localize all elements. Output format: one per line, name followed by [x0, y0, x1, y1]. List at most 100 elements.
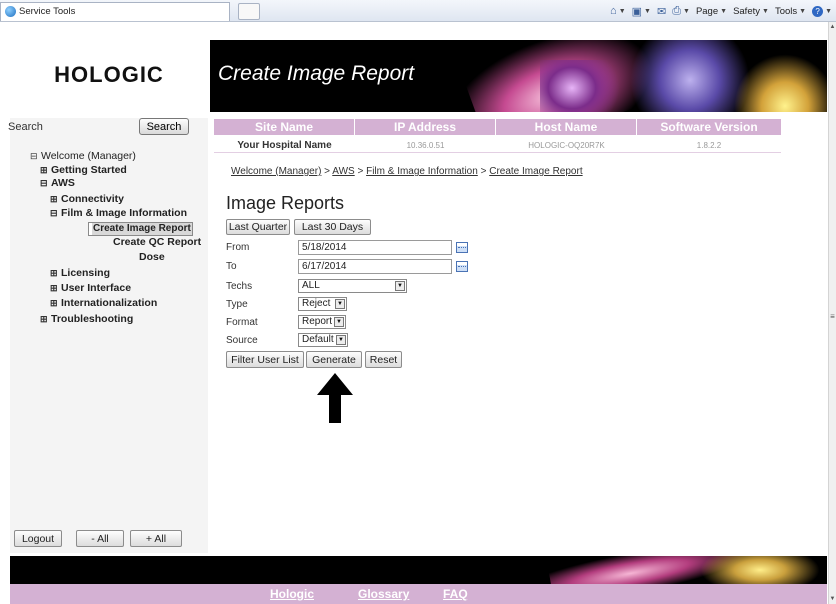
page-menu[interactable]: Page ▼: [696, 6, 727, 17]
banner-flower-image: [540, 60, 620, 112]
nav-item-getting-started[interactable]: ⊞ Getting Started: [40, 164, 127, 176]
techs-value: ALL: [302, 280, 320, 291]
breadcrumb-welcome[interactable]: Welcome (Manager): [231, 166, 321, 177]
expand-icon[interactable]: ⊞: [40, 314, 48, 325]
nav-item-create-qc-report[interactable]: Create QC Report: [113, 236, 201, 248]
footer-link-glossary[interactable]: Glossary: [358, 587, 409, 601]
generate-button[interactable]: Generate: [306, 351, 362, 368]
nav-item-dose[interactable]: Dose: [139, 251, 165, 263]
page-title: Create Image Report: [218, 62, 415, 85]
nav-item-create-image-report[interactable]: Create Image Report: [88, 222, 193, 236]
footer-link-faq[interactable]: FAQ: [443, 587, 468, 601]
chevron-down-icon[interactable]: ▼: [395, 281, 405, 291]
chevron-down-icon[interactable]: ▼: [336, 335, 346, 345]
ip-address-value: 10.36.0.51: [406, 141, 445, 150]
nav-item-aws[interactable]: ⊟ AWS: [40, 177, 75, 189]
footer-link-hologic[interactable]: Hologic: [270, 587, 314, 601]
nav-item-user-interface[interactable]: ⊞ User Interface: [50, 282, 131, 294]
breadcrumb: Welcome (Manager) > AWS > Film & Image I…: [231, 166, 583, 177]
new-tab-button[interactable]: [238, 3, 260, 20]
nav-item-internationalization[interactable]: ⊞ Internationalization: [50, 297, 157, 309]
expand-icon[interactable]: ⊞: [50, 268, 58, 279]
expand-all-button[interactable]: + All: [130, 530, 182, 547]
breadcrumb-create-image-report[interactable]: Create Image Report: [489, 166, 582, 177]
section-heading: Image Reports: [226, 193, 345, 213]
expand-icon[interactable]: ⊞: [40, 165, 48, 176]
browser-tab[interactable]: Service Tools: [0, 2, 230, 21]
last-quarter-button[interactable]: Last Quarter: [226, 219, 290, 235]
column-header-software-version: Software Version: [660, 120, 758, 134]
reset-button[interactable]: Reset: [365, 351, 402, 368]
to-label: To: [226, 261, 237, 272]
techs-select[interactable]: ALL ▼: [298, 279, 407, 293]
calendar-icon[interactable]: [456, 261, 468, 272]
column-header-ip-address: IP Address: [355, 119, 496, 135]
feeds-button[interactable]: ▣ ▼: [632, 5, 651, 18]
nav-item-welcome[interactable]: ⊟ Welcome (Manager): [30, 150, 136, 162]
mail-icon: ✉: [656, 5, 667, 18]
tools-menu[interactable]: Tools ▼: [775, 6, 806, 17]
breadcrumb-aws[interactable]: AWS: [332, 166, 354, 177]
column-header-site-name: Site Name: [214, 119, 355, 135]
breadcrumb-separator: >: [354, 166, 367, 177]
from-date-input[interactable]: [298, 240, 452, 255]
software-version-value: 1.8.2.2: [696, 141, 722, 150]
expand-icon[interactable]: ⊞: [50, 298, 58, 309]
filter-user-list-button[interactable]: Filter User List: [226, 351, 304, 368]
scroll-thumb-grip-icon[interactable]: ≡: [829, 312, 836, 321]
chevron-down-icon[interactable]: ▼: [334, 317, 344, 327]
from-label: From: [226, 242, 250, 253]
type-value: Reject: [302, 298, 331, 309]
collapse-icon[interactable]: ⊟: [40, 178, 48, 189]
collapse-all-button[interactable]: - All: [76, 530, 124, 547]
nav-item-licensing[interactable]: ⊞ Licensing: [50, 267, 110, 279]
chevron-down-icon: ▼: [825, 7, 832, 15]
page-scrollbar[interactable]: ▲ ≡ ▼: [828, 22, 836, 604]
nav-label: User Interface: [61, 282, 132, 294]
nav-label: Connectivity: [61, 193, 125, 205]
help-button[interactable]: ? ▼: [812, 5, 832, 17]
source-value: Default: [302, 334, 334, 345]
search-button[interactable]: Search: [139, 118, 189, 135]
calendar-icon[interactable]: [456, 242, 468, 253]
print-button[interactable]: ⎙ ▼: [672, 5, 690, 18]
home-button[interactable]: ⌂ ▼: [610, 5, 626, 17]
column-header-host-name: Host Name: [496, 119, 637, 135]
footer-flower-image: [700, 556, 820, 584]
tab-title: Service Tools: [19, 6, 76, 17]
format-value: Report: [302, 316, 333, 327]
format-select[interactable]: Report ▼: [298, 315, 346, 329]
breadcrumb-separator: >: [321, 166, 333, 177]
type-select[interactable]: Reject ▼: [298, 297, 347, 311]
nav-label: Getting Started: [51, 164, 127, 176]
scroll-up-icon[interactable]: ▲: [829, 24, 836, 30]
last-30-days-button[interactable]: Last 30 Days: [294, 219, 371, 235]
hologic-logo: HOLOGIC: [54, 62, 164, 87]
nav-item-troubleshooting[interactable]: ⊞ Troubleshooting: [40, 313, 133, 325]
system-info-header: Site Name IP Address Host Name Software …: [214, 119, 781, 135]
techs-label: Techs: [226, 281, 253, 292]
ie-icon: [5, 6, 16, 17]
nav-label: Create Image Report: [92, 223, 192, 235]
nav-label: Create QC Report: [113, 236, 202, 248]
chevron-down-icon: ▼: [683, 7, 690, 15]
breadcrumb-film-image[interactable]: Film & Image Information: [366, 166, 478, 177]
logo-area: HOLOGIC: [10, 40, 208, 110]
collapse-icon[interactable]: ⊟: [30, 151, 38, 162]
system-info-row: Your Hospital Name 10.36.0.51 HOLOGIC-OQ…: [214, 138, 781, 153]
home-icon: ⌂: [610, 5, 617, 17]
mail-button[interactable]: ✉: [657, 5, 666, 18]
scroll-down-icon[interactable]: ▼: [829, 596, 836, 602]
chevron-down-icon[interactable]: ▼: [335, 299, 345, 309]
collapse-icon[interactable]: ⊟: [50, 208, 58, 219]
type-label: Type: [226, 299, 248, 310]
nav-item-film-image[interactable]: ⊟ Film & Image Information: [50, 207, 187, 219]
expand-icon[interactable]: ⊞: [50, 194, 58, 205]
expand-icon[interactable]: ⊞: [50, 283, 58, 294]
logout-button[interactable]: Logout: [14, 530, 62, 547]
source-select[interactable]: Default ▼: [298, 333, 348, 347]
safety-menu[interactable]: Safety ▼: [733, 6, 769, 17]
page-menu-label: Page: [695, 5, 719, 17]
to-date-input[interactable]: [298, 259, 452, 274]
nav-item-connectivity[interactable]: ⊞ Connectivity: [50, 193, 124, 205]
